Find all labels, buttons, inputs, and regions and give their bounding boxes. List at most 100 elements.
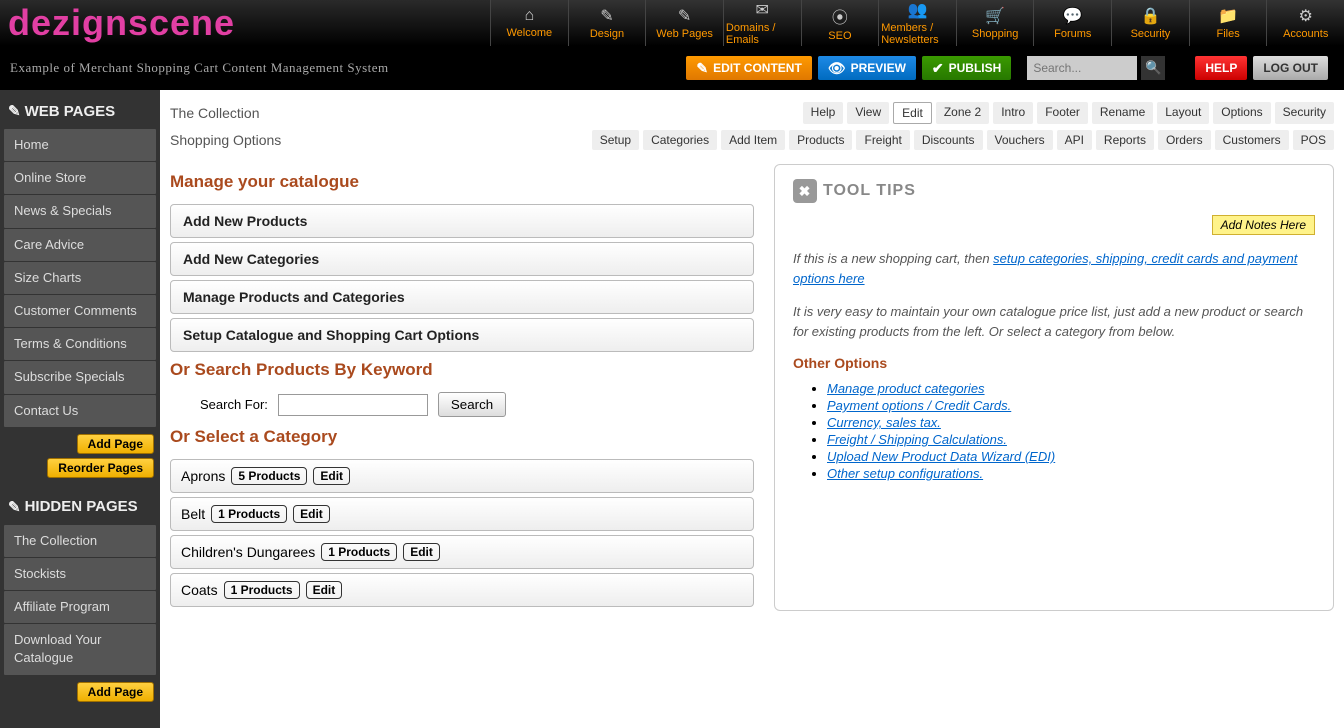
panel-button[interactable]: Manage Products and Categories: [170, 280, 754, 314]
tab-intro[interactable]: Intro: [993, 102, 1033, 124]
tab-footer[interactable]: Footer: [1037, 102, 1088, 124]
logout-button[interactable]: LOG OUT: [1253, 56, 1328, 80]
tip-paragraph-2: It is very easy to maintain your own cat…: [793, 302, 1315, 341]
tab-rename[interactable]: Rename: [1092, 102, 1153, 124]
nav-icon: 🛒: [985, 6, 1005, 26]
sidebar-item[interactable]: Online Store: [4, 162, 156, 194]
add-page-button[interactable]: Add Page: [77, 434, 154, 454]
panel-button[interactable]: Add New Products: [170, 204, 754, 238]
tab-freight[interactable]: Freight: [856, 130, 909, 150]
tab-reports[interactable]: Reports: [1096, 130, 1154, 150]
edit-category-button[interactable]: Edit: [403, 543, 440, 561]
tab-options[interactable]: Options: [1213, 102, 1270, 124]
tab-pos[interactable]: POS: [1293, 130, 1334, 150]
nav-icon: ✎: [600, 6, 613, 26]
nav-icon: 👥: [908, 0, 928, 20]
tab-discounts[interactable]: Discounts: [914, 130, 983, 150]
topnav-members-newsletters[interactable]: 👥Members / Newsletters: [878, 0, 956, 46]
main-content: The Collection HelpViewEditZone 2IntroFo…: [160, 90, 1344, 728]
topnav-accounts[interactable]: ⚙Accounts: [1266, 0, 1344, 46]
add-page-button[interactable]: Add Page: [77, 682, 154, 702]
option-link[interactable]: Payment options / Credit Cards.: [827, 398, 1011, 413]
header-search-button[interactable]: 🔍: [1141, 56, 1165, 80]
edit-category-button[interactable]: Edit: [313, 467, 350, 485]
option-link[interactable]: Other setup configurations.: [827, 466, 983, 481]
category-row[interactable]: Children's Dungarees 1 Products Edit: [170, 535, 754, 569]
topnav-shopping[interactable]: 🛒Shopping: [956, 0, 1034, 46]
edit-content-button[interactable]: ✎EDIT CONTENT: [686, 56, 811, 80]
topnav-web-pages[interactable]: ✎Web Pages: [645, 0, 723, 46]
tooltips-title: ✖ TOOL TIPS: [793, 179, 1315, 203]
sidebar-item[interactable]: Stockists: [4, 558, 156, 590]
tab-categories[interactable]: Categories: [643, 130, 717, 150]
option-link[interactable]: Upload New Product Data Wizard (EDI): [827, 449, 1055, 464]
sidebar-item[interactable]: Download Your Catalogue: [4, 624, 156, 674]
topnav-design[interactable]: ✎Design: [568, 0, 646, 46]
sidebar-item[interactable]: Care Advice: [4, 229, 156, 261]
category-name: Aprons: [181, 468, 225, 484]
sidebar-item[interactable]: Terms & Conditions: [4, 328, 156, 360]
sidebar-item[interactable]: Affiliate Program: [4, 591, 156, 623]
option-link[interactable]: Manage product categories: [827, 381, 985, 396]
sidebar: ✎WEB PAGES HomeOnline StoreNews & Specia…: [0, 90, 160, 728]
add-notes-button[interactable]: Add Notes Here: [1212, 215, 1315, 235]
tab-security[interactable]: Security: [1275, 102, 1334, 124]
edit-icon: ✎: [8, 102, 21, 120]
tab-edit[interactable]: Edit: [893, 102, 932, 124]
shopping-options-label: Shopping Options: [170, 132, 281, 148]
tab-view[interactable]: View: [847, 102, 889, 124]
sidebar-item[interactable]: Customer Comments: [4, 295, 156, 327]
topnav-forums[interactable]: 💬Forums: [1033, 0, 1111, 46]
sidebar-item[interactable]: Subscribe Specials: [4, 361, 156, 393]
topnav-domains-emails[interactable]: ✉Domains / Emails: [723, 0, 801, 46]
panel-button[interactable]: Add New Categories: [170, 242, 754, 276]
panel-button[interactable]: Setup Catalogue and Shopping Cart Option…: [170, 318, 754, 352]
tab-orders[interactable]: Orders: [1158, 130, 1211, 150]
subheader: Example of Merchant Shopping Cart Conten…: [0, 46, 1344, 90]
help-button[interactable]: HELP: [1195, 56, 1247, 80]
reorder-pages-button[interactable]: Reorder Pages: [47, 458, 154, 478]
sidebar-item[interactable]: News & Specials: [4, 195, 156, 227]
category-row[interactable]: Coats 1 Products Edit: [170, 573, 754, 607]
topnav-security[interactable]: 🔒Security: [1111, 0, 1189, 46]
preview-button[interactable]: 👁PREVIEW: [818, 56, 916, 80]
tab-vouchers[interactable]: Vouchers: [987, 130, 1053, 150]
topnav-welcome[interactable]: ⌂Welcome: [490, 0, 568, 46]
tab-customers[interactable]: Customers: [1215, 130, 1289, 150]
edit-category-button[interactable]: Edit: [306, 581, 343, 599]
product-count-chip[interactable]: 1 Products: [321, 543, 397, 561]
option-link[interactable]: Freight / Shipping Calculations.: [827, 432, 1007, 447]
product-search-button[interactable]: Search: [438, 392, 506, 417]
header-search-input[interactable]: [1027, 56, 1137, 80]
nav-icon: ⦿: [832, 4, 848, 28]
tooltips-panel: ✖ TOOL TIPS Add Notes Here If this is a …: [774, 164, 1334, 611]
topnav-seo[interactable]: ⦿SEO: [801, 0, 879, 46]
tab-products[interactable]: Products: [789, 130, 852, 150]
category-name: Belt: [181, 506, 205, 522]
edit-icon: ✎: [8, 498, 21, 516]
edit-category-button[interactable]: Edit: [293, 505, 330, 523]
product-count-chip[interactable]: 5 Products: [231, 467, 307, 485]
product-count-chip[interactable]: 1 Products: [211, 505, 287, 523]
product-count-chip[interactable]: 1 Products: [224, 581, 300, 599]
tagline: Example of Merchant Shopping Cart Conten…: [10, 60, 686, 76]
sidebar-item[interactable]: Size Charts: [4, 262, 156, 294]
tab-add-item[interactable]: Add Item: [721, 130, 785, 150]
sidebar-item[interactable]: Contact Us: [4, 395, 156, 427]
product-search-input[interactable]: [278, 394, 428, 416]
tab-zone-2[interactable]: Zone 2: [936, 102, 989, 124]
publish-button[interactable]: ✔PUBLISH: [922, 56, 1011, 80]
top-nav: ⌂Welcome✎Design✎Web Pages✉Domains / Emai…: [490, 0, 1344, 46]
tools-icon: ✖: [793, 179, 817, 203]
topnav-files[interactable]: 📁Files: [1189, 0, 1267, 46]
category-row[interactable]: Belt 1 Products Edit: [170, 497, 754, 531]
sidebar-item[interactable]: The Collection: [4, 525, 156, 557]
tab-api[interactable]: API: [1057, 130, 1092, 150]
tab-help[interactable]: Help: [803, 102, 844, 124]
tab-setup[interactable]: Setup: [592, 130, 639, 150]
nav-icon: ⌂: [524, 7, 534, 25]
sidebar-item[interactable]: Home: [4, 129, 156, 161]
category-row[interactable]: Aprons 5 Products Edit: [170, 459, 754, 493]
tab-layout[interactable]: Layout: [1157, 102, 1209, 124]
option-link[interactable]: Currency, sales tax.: [827, 415, 941, 430]
